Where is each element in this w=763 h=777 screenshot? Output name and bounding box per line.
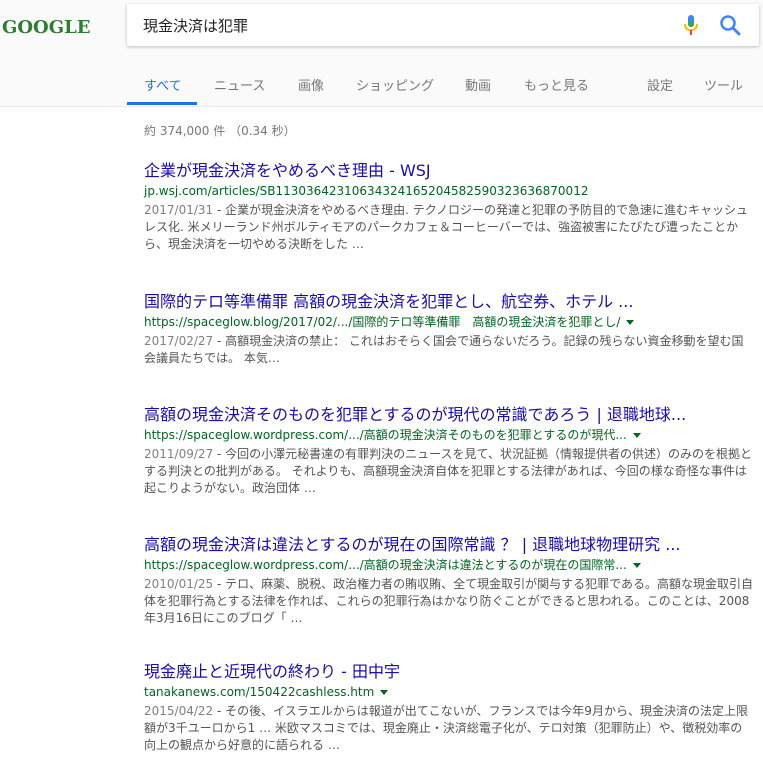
- result-title-link[interactable]: 国際的テロ等準備罪 高額の現金決済を犯罪とし、航空券、ホテル ...: [144, 292, 754, 312]
- result-snippet: 2017/01/31 - 企業が現金決済をやめるべき理由. テクノロジーの発達と…: [144, 203, 749, 251]
- result-url: tanakanews.com/150422cashless.htm: [144, 684, 754, 701]
- result-snippet: 2017/02/27 - 高額現金決済の禁止： これはおそらく国会で通らないだろ…: [144, 334, 744, 365]
- result-title-link[interactable]: 高額の現金決済そのものを犯罪とするのが現代の常識であろう | 退職地球...: [144, 405, 754, 425]
- search-box[interactable]: 現金決済は犯罪: [127, 4, 759, 46]
- dropdown-arrow-icon[interactable]: [380, 690, 389, 695]
- result-date: 2017/02/27: [144, 334, 214, 348]
- result-date: 2011/09/27: [144, 447, 214, 461]
- active-tab-indicator: [127, 102, 197, 105]
- tab-all[interactable]: すべて: [144, 75, 182, 94]
- result-date: 2015/04/22: [144, 704, 214, 718]
- result-url: jp.wsj.com/articles/SB113036423106343241…: [144, 184, 589, 198]
- tab-shopping[interactable]: ショッピング: [356, 75, 434, 94]
- result-snippet: 2015/04/22 - その後、イスラエルからは報道が出てこないが、フランスで…: [144, 704, 748, 752]
- microphone-icon[interactable]: [683, 14, 699, 36]
- search-result: 企業が現金決済をやめるべき理由 - WSJ jp.wsj.com/article…: [144, 161, 754, 253]
- tab-videos[interactable]: 動画: [465, 75, 491, 94]
- result-title-link[interactable]: 企業が現金決済をやめるべき理由 - WSJ: [144, 161, 754, 181]
- tab-bar: すべて ニュース 画像 ショッピング 動画 もっと見る 設定 ツール: [0, 70, 763, 106]
- result-snippet: 2011/09/27 - 今回の小澤元秘書達の有罪判決のニュースを見て、状況証拠…: [144, 447, 752, 495]
- result-url: https://spaceglow.blog/2017/02/.../国際的テロ…: [144, 314, 754, 331]
- result-stats: 約 374,000 件 （0.34 秒）: [144, 124, 296, 138]
- dropdown-arrow-icon[interactable]: [626, 320, 635, 325]
- result-date: 2017/01/31: [144, 203, 214, 217]
- logo[interactable]: GOOGLE: [2, 17, 90, 38]
- tab-images[interactable]: 画像: [298, 75, 324, 94]
- dropdown-arrow-icon[interactable]: [632, 563, 641, 568]
- search-result: 国際的テロ等準備罪 高額の現金決済を犯罪とし、航空券、ホテル ... https…: [144, 292, 754, 367]
- header: GOOGLE 現金決済は犯罪 すべて ニュース 画像 ショッピング 動画 もっと…: [0, 0, 763, 107]
- tab-more[interactable]: もっと見る: [524, 75, 589, 94]
- result-url: https://spaceglow.wordpress.com/.../高額の現…: [144, 427, 754, 444]
- search-input[interactable]: 現金決済は犯罪: [143, 15, 248, 36]
- search-result: 高額の現金決済そのものを犯罪とするのが現代の常識であろう | 退職地球... h…: [144, 405, 754, 497]
- result-date: 2010/01/25: [144, 577, 214, 591]
- tab-news[interactable]: ニュース: [214, 75, 265, 94]
- result-title-link[interactable]: 現金廃止と近現代の終わり - 田中宇: [144, 662, 754, 682]
- dropdown-arrow-icon[interactable]: [632, 433, 641, 438]
- result-title-link[interactable]: 高額の現金決済は違法とするのが現在の国際常識 ？ | 退職地球物理研究 ...: [144, 535, 754, 555]
- search-icon[interactable]: [719, 14, 741, 36]
- result-url: https://spaceglow.wordpress.com/.../高額の現…: [144, 557, 754, 574]
- search-result: 現金廃止と近現代の終わり - 田中宇 tanakanews.com/150422…: [144, 662, 754, 754]
- tab-tools[interactable]: ツール: [704, 75, 743, 94]
- search-result: 高額の現金決済は違法とするのが現在の国際常識 ？ | 退職地球物理研究 ... …: [144, 535, 754, 627]
- tab-settings[interactable]: 設定: [647, 75, 673, 94]
- result-snippet: 2010/01/25 - テロ、麻薬、脱税、政治権力者の賄収賄、全て現金取引が関…: [144, 577, 754, 625]
